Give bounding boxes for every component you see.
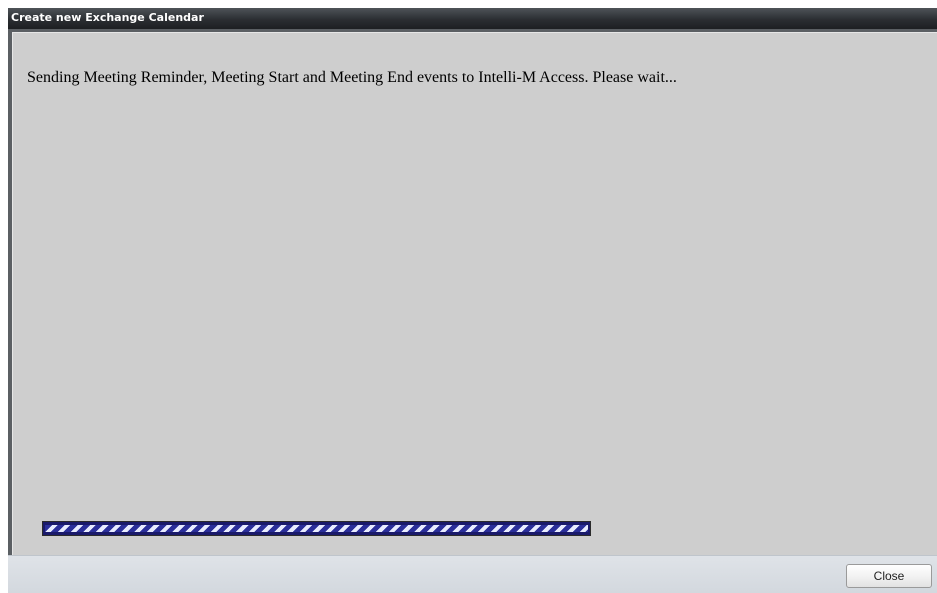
dialog-titlebar[interactable]: Create new Exchange Calendar	[8, 8, 937, 29]
progress-bar-fill	[45, 525, 588, 532]
progress-bar	[42, 521, 591, 536]
dialog-window: Create new Exchange Calendar Sending Mee…	[8, 8, 937, 593]
dialog-title: Create new Exchange Calendar	[11, 11, 204, 24]
status-message: Sending Meeting Reminder, Meeting Start …	[27, 69, 677, 86]
close-button[interactable]: Close	[846, 564, 932, 588]
dialog-content: Sending Meeting Reminder, Meeting Start …	[12, 32, 937, 555]
dialog-footer	[8, 555, 937, 593]
